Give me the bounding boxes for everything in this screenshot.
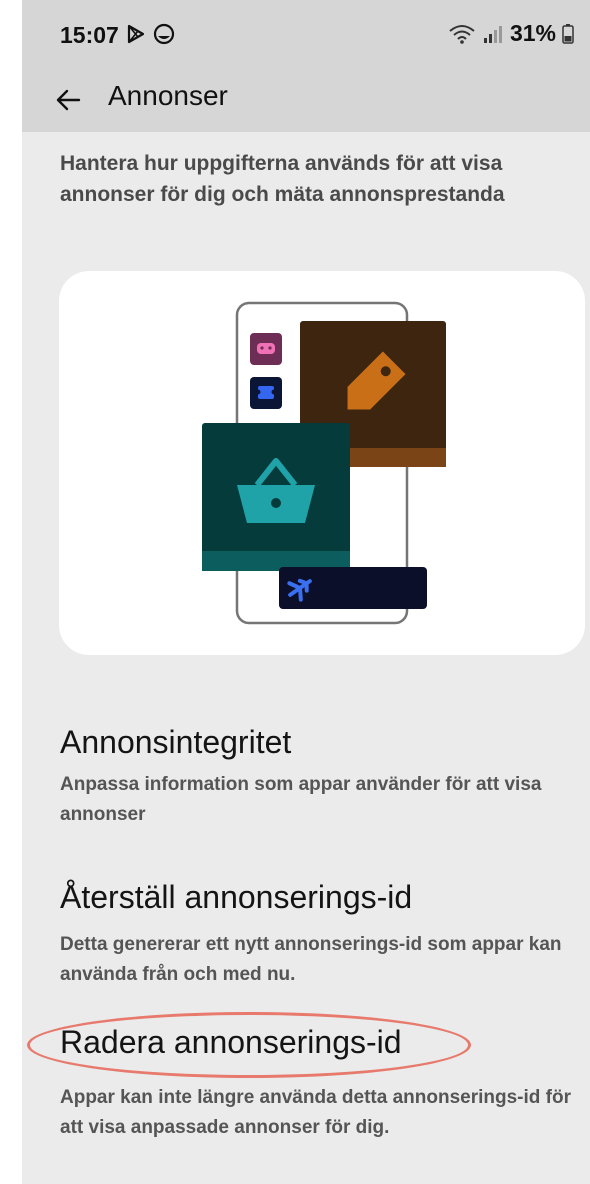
intro-description: Hantera hur uppgifterna används för att …: [60, 152, 505, 206]
ad-privacy-title[interactable]: Annonsintegritet: [60, 724, 291, 761]
airplane-card: [279, 567, 427, 609]
reset-ad-id-description: Detta genererar ett nytt annonserings-id…: [60, 934, 562, 985]
signal-icon: [483, 25, 502, 43]
play-store-notification-icon: [127, 24, 145, 44]
notification-icons: [124, 22, 176, 46]
ticket-icon: [250, 377, 282, 409]
shopping-basket-card: [202, 423, 350, 571]
delete-ad-id-title[interactable]: Radera annonserings-id: [60, 1024, 402, 1061]
ads-illustration-card: [59, 271, 585, 655]
app-bar: Annonser: [22, 70, 590, 132]
status-time: 15:07: [60, 22, 119, 48]
ads-illustration: [202, 301, 446, 625]
arrow-left-icon: [56, 89, 81, 111]
battery-icon: [562, 23, 574, 44]
settings-screen: 15:07 31% Annonser Hantera hur uppgifter…: [22, 0, 590, 1184]
reset-ad-id-title[interactable]: Återställ annonserings-id: [60, 879, 412, 916]
gamepad-icon: [250, 333, 282, 365]
back-button[interactable]: [48, 80, 88, 120]
wifi-icon: [449, 24, 475, 44]
ad-privacy-description: Anpassa information som appar använder f…: [60, 774, 542, 825]
page-title: Annonser: [108, 80, 228, 111]
battery-percentage: 31%: [509, 20, 556, 46]
chat-notification-icon: [153, 23, 175, 45]
status-bar: 15:07 31%: [22, 0, 590, 70]
delete-ad-id-description: Appar kan inte längre använda detta anno…: [60, 1087, 571, 1138]
status-right: 31%: [448, 20, 574, 47]
